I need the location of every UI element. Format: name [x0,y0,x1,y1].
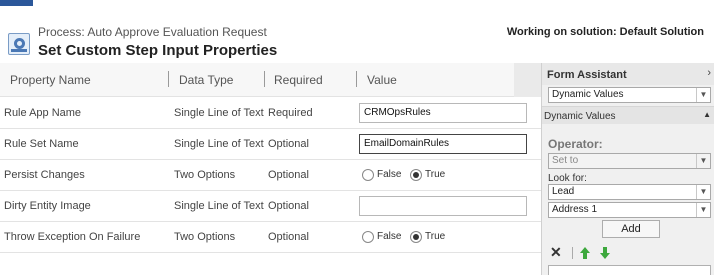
table-row: Dirty Entity Image Single Line of Text O… [0,191,541,222]
column-separator [356,71,357,87]
persist-changes-false-radio[interactable] [362,169,374,181]
entity-select[interactable]: Lead ▼ [548,184,711,200]
green-up-arrow-icon[interactable] [580,247,590,259]
radio-label: False [377,231,402,242]
process-gear-icon [8,33,30,55]
dynamic-values-section[interactable]: Dynamic Values ▲ [542,106,714,124]
rule-set-name-input[interactable]: EmailDomainRules [359,134,527,154]
required-status: Optional [268,169,309,181]
persist-changes-true-radio[interactable] [410,169,422,181]
chevron-down-icon[interactable]: ▼ [696,203,710,217]
assistant-toolbar: ✕ [548,245,711,261]
operator-select[interactable]: Set to ▼ [548,153,711,169]
page-header: Process: Auto Approve Evaluation Request… [0,6,714,62]
required-status: Optional [268,231,309,243]
radio-label: False [377,169,402,180]
properties-grid: Property Name Data Type Required Value R… [0,63,541,275]
table-row: Rule App Name Single Line of Text Requir… [0,98,541,129]
property-name: Rule Set Name [4,138,79,150]
required-status: Optional [268,138,309,150]
column-header-value[interactable]: Value [367,73,397,87]
property-name: Persist Changes [4,169,85,181]
rule-app-name-input[interactable]: CRMOpsRules [359,103,527,123]
select-value: Set to [552,155,579,166]
column-header-property-name[interactable]: Property Name [10,73,91,87]
column-header-data-type[interactable]: Data Type [179,73,233,87]
process-label: Process: Auto Approve Evaluation Request [38,25,267,39]
form-assistant-panel: Form Assistant › Dynamic Values ▼ Dynami… [541,63,714,275]
select-value: Address 1 [552,204,598,215]
column-separator [168,71,169,87]
data-type: Two Options [174,231,236,243]
table-row: Persist Changes Two Options Optional Fal… [0,160,541,191]
dynamic-values-label: Dynamic Values [544,111,616,122]
property-name: Dirty Entity Image [4,200,91,212]
radio-label: True [425,231,446,242]
property-name: Throw Exception On Failure [4,231,141,243]
chevron-right-icon[interactable]: › [707,67,711,79]
dynamic-values-list[interactable] [548,265,711,275]
field-select[interactable]: Address 1 ▼ [548,202,711,218]
dirty-entity-image-input[interactable] [359,196,527,216]
table-row: Throw Exception On Failure Two Options O… [0,222,541,253]
chevron-down-icon[interactable]: ▼ [696,88,710,102]
green-down-arrow-icon[interactable] [600,247,610,259]
required-status: Required [268,107,313,119]
grid-header: Property Name Data Type Required Value [0,63,541,97]
operator-label: Operator: [548,137,603,151]
select-value: Lead [552,186,575,197]
collapse-up-icon[interactable]: ▲ [703,110,711,119]
assistant-mode-select[interactable]: Dynamic Values ▼ [548,87,711,103]
column-header-required[interactable]: Required [274,73,323,87]
required-status: Optional [268,200,309,212]
chevron-down-icon[interactable]: ▼ [696,185,710,199]
data-type: Single Line of Text [174,138,264,150]
select-value: Dynamic Values [552,89,624,100]
page-title: Set Custom Step Input Properties [38,42,278,59]
radio-label: True [425,169,446,180]
form-assistant-header: Form Assistant › [542,63,714,85]
data-type: Two Options [174,169,236,181]
solution-label: Working on solution: Default Solution [506,26,704,38]
data-type: Single Line of Text [174,107,264,119]
form-assistant-title: Form Assistant [547,69,627,81]
chevron-down-icon[interactable]: ▼ [696,154,710,168]
data-type: Single Line of Text [174,200,264,212]
header-scroll-spacer [514,63,541,97]
table-row: Rule Set Name Single Line of Text Option… [0,129,541,160]
throw-exception-false-radio[interactable] [362,231,374,243]
look-for-label: Look for: [548,173,587,184]
property-name: Rule App Name [4,107,82,119]
throw-exception-true-radio[interactable] [410,231,422,243]
add-button[interactable]: Add [602,220,660,238]
column-separator [264,71,265,87]
toolbar-separator [572,247,573,259]
delete-x-icon[interactable]: ✕ [550,245,562,259]
